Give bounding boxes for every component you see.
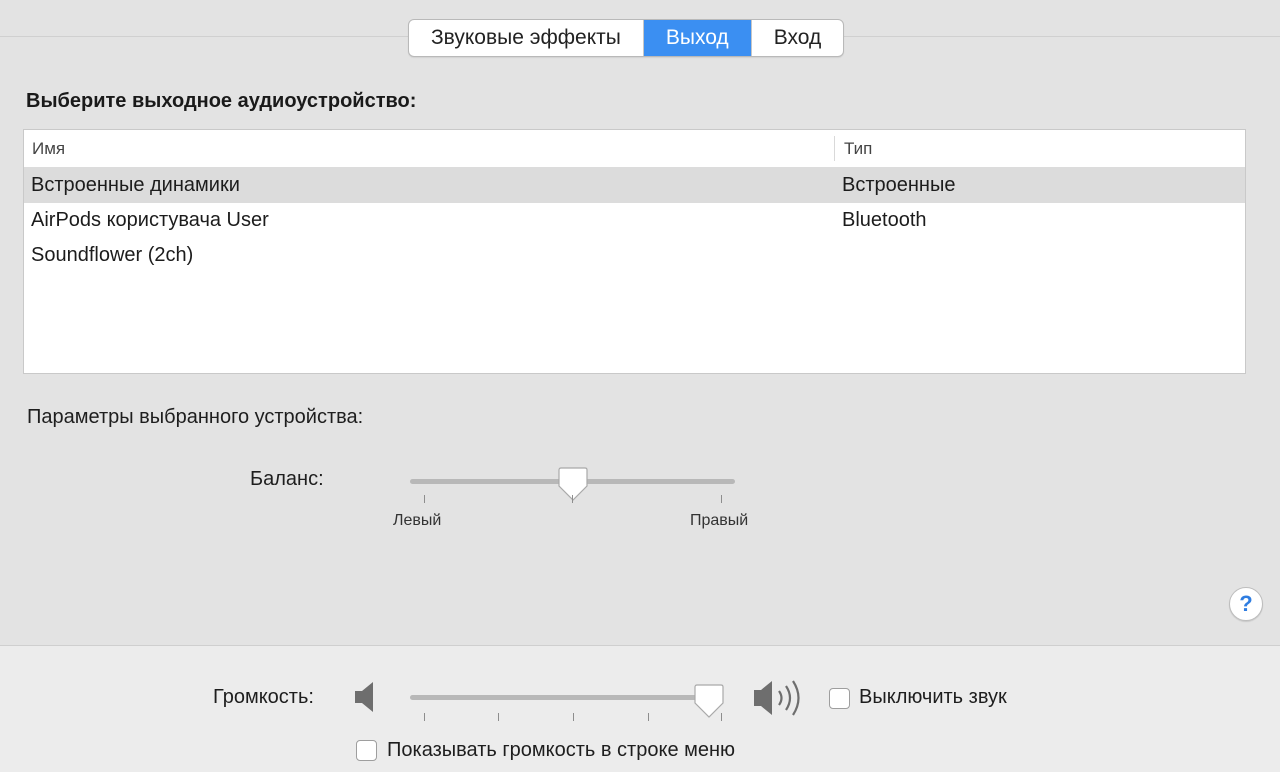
column-header-type[interactable]: Тип — [844, 130, 872, 167]
device-table: Имя Тип Встроенные динамики Встроенные A… — [23, 129, 1246, 374]
mute-checkbox[interactable] — [829, 688, 850, 709]
tab-bar: Звуковые эффекты Выход Вход — [408, 19, 845, 57]
volume-tick — [573, 713, 574, 721]
balance-tick-center — [572, 495, 573, 503]
volume-slider-thumb[interactable] — [694, 683, 724, 719]
device-row-airpods[interactable]: AirPods користувача User Bluetooth — [24, 203, 1245, 238]
help-button[interactable]: ? — [1229, 587, 1263, 621]
volume-tick — [498, 713, 499, 721]
device-name: Soundflower (2ch) — [31, 244, 194, 266]
column-header-name[interactable]: Имя — [32, 130, 65, 167]
volume-slider-track[interactable] — [410, 695, 722, 700]
device-settings-label: Параметры выбранного устройства: — [27, 406, 364, 428]
column-divider — [834, 136, 835, 161]
output-settings-pane: Звуковые эффекты Выход Вход Выберите вых… — [0, 0, 1280, 645]
section-title: Выберите выходное аудиоустройство: — [26, 90, 417, 112]
show-volume-in-menu-checkbox[interactable] — [356, 740, 377, 761]
speaker-low-icon — [355, 682, 373, 712]
balance-tick-right — [721, 495, 722, 503]
device-type: Bluetooth — [842, 209, 927, 231]
volume-label: Громкость: — [213, 686, 314, 708]
show-volume-in-menu-label[interactable]: Показывать громкость в строке меню — [387, 739, 735, 762]
balance-left-label: Левый — [393, 512, 442, 529]
speaker-high-icon — [754, 680, 800, 716]
table-header: Имя Тип — [24, 130, 1245, 168]
tab-input[interactable]: Вход — [752, 20, 844, 56]
tab-output[interactable]: Выход — [643, 20, 752, 56]
device-row-builtin-speakers[interactable]: Встроенные динамики Встроенные — [24, 168, 1245, 203]
device-name: AirPods користувача User — [31, 209, 269, 231]
tab-sound-effects[interactable]: Звуковые эффекты — [409, 20, 644, 56]
device-type: Встроенные — [842, 174, 956, 196]
volume-tick — [424, 713, 425, 721]
balance-right-label: Правый — [690, 512, 749, 529]
device-name: Встроенные динамики — [31, 174, 240, 196]
volume-tick — [648, 713, 649, 721]
mute-label[interactable]: Выключить звук — [859, 686, 1007, 709]
device-row-soundflower[interactable]: Soundflower (2ch) — [24, 238, 1245, 273]
balance-tick-left — [424, 495, 425, 503]
question-icon: ? — [1239, 591, 1253, 616]
balance-label: Баланс: — [250, 468, 324, 490]
